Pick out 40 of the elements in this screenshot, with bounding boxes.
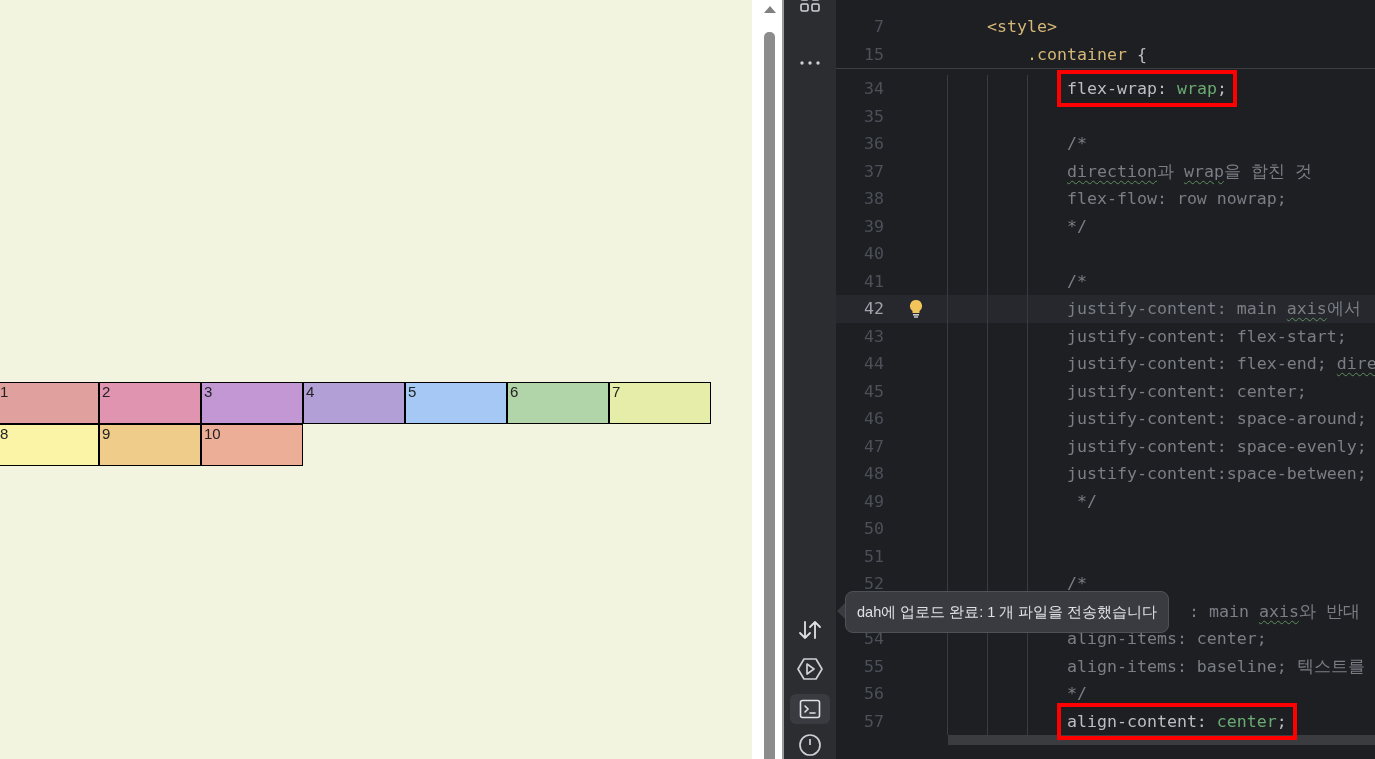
- more-icon[interactable]: [799, 60, 821, 67]
- flex-item: 6: [507, 382, 609, 424]
- flex-item: 1: [0, 382, 99, 424]
- code-line: .container {: [1027, 44, 1147, 64]
- flex-item: 3: [201, 382, 303, 424]
- code-line: justify-content: main axis에서: [1067, 299, 1361, 319]
- code-line: /*: [1067, 574, 1087, 594]
- flex-item: 4: [303, 382, 405, 424]
- code-line: justify-content: center;: [1067, 381, 1307, 401]
- code-line: */: [1067, 684, 1087, 704]
- terminal-icon[interactable]: [799, 697, 821, 720]
- up-down-arrows-icon[interactable]: [798, 619, 822, 642]
- code-line: justify-content: flex-start;: [1067, 326, 1347, 346]
- flex-item: 10: [201, 424, 303, 466]
- scrollbar-thumb[interactable]: [764, 32, 775, 759]
- flex-item: 8: [0, 424, 99, 466]
- code-line: justify-content:space-between;: [1067, 464, 1367, 484]
- flex-item: 5: [405, 382, 507, 424]
- flex-item: 2: [99, 382, 201, 424]
- code-line: /*: [1067, 271, 1087, 291]
- code-line: flex-flow: row nowrap;: [1067, 189, 1287, 209]
- flex-item: 7: [609, 382, 711, 424]
- code-line: */: [1067, 216, 1087, 236]
- code-line: /*: [1067, 134, 1087, 154]
- horizontal-scrollbar[interactable]: [948, 735, 1375, 745]
- code-line: : main axis와 반대: [1189, 601, 1360, 621]
- lightbulb-icon[interactable]: [908, 299, 923, 319]
- code-line: justify-content: flex-end; dire: [1067, 354, 1375, 374]
- line-number: 42: [863, 299, 884, 319]
- code-line: justify-content: space-around;: [1067, 409, 1367, 429]
- vertical-scrollbar[interactable]: [752, 0, 784, 759]
- code-line: direction과 wrap을 합친 것: [1067, 161, 1312, 181]
- flex-item: 9: [99, 424, 201, 466]
- code-line: */: [1076, 491, 1097, 511]
- code-line: justify-content: space-evenly;: [1067, 436, 1367, 456]
- code-line: align-items: baseline; 텍스트를: [1067, 656, 1365, 676]
- tool-window-button[interactable]: [790, 693, 830, 725]
- scroll-up-arrow[interactable]: [764, 6, 776, 13]
- clock-icon[interactable]: [798, 732, 822, 757]
- code-line: <style>: [987, 17, 1057, 37]
